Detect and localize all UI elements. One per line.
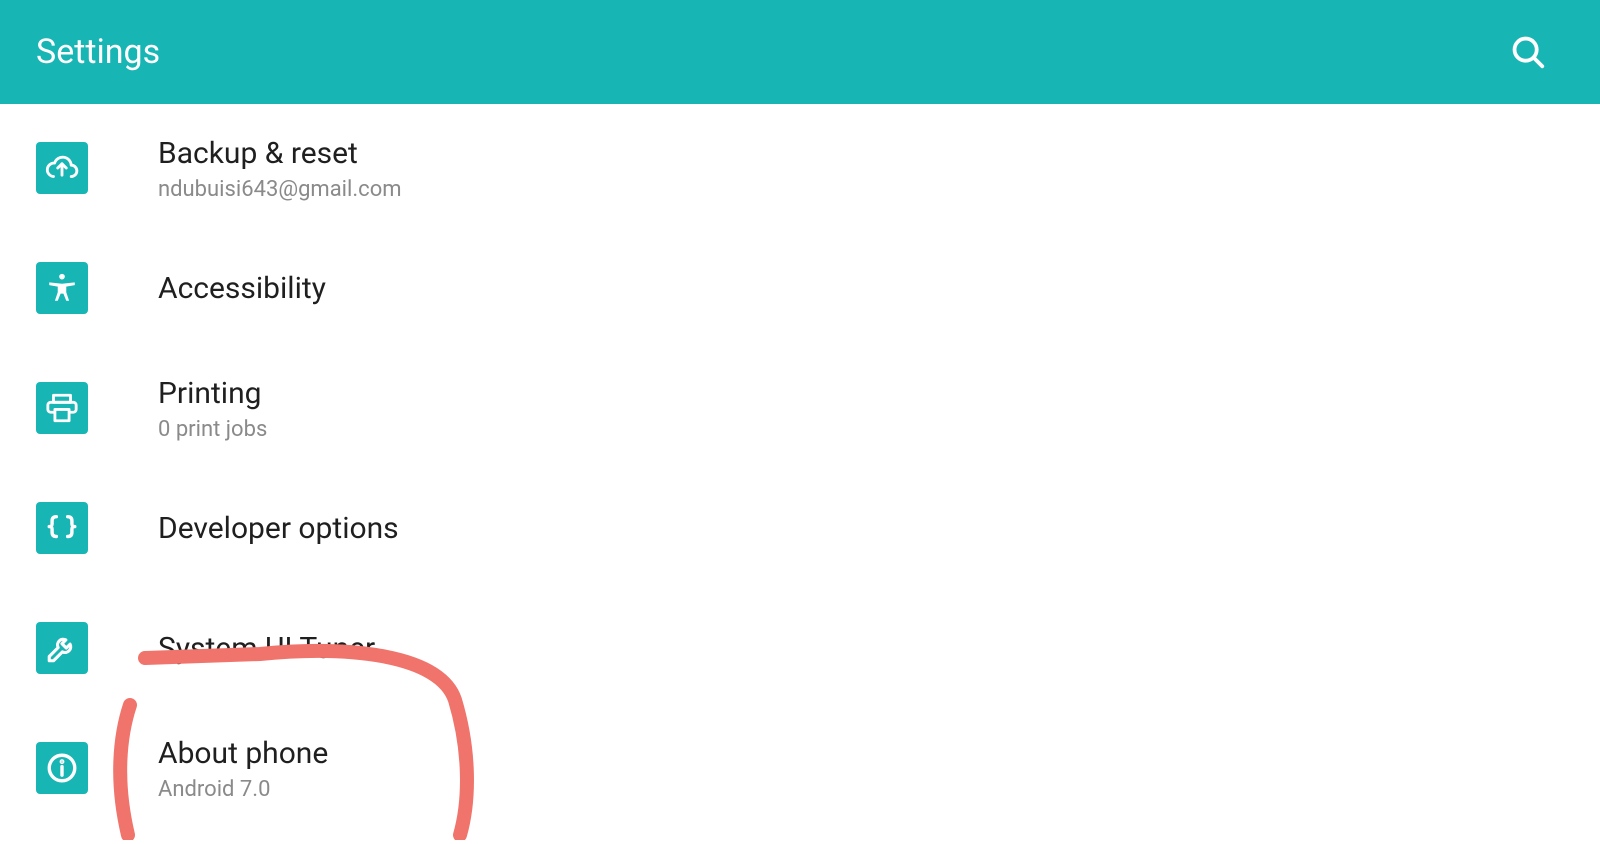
list-item-subtitle: 0 print jobs	[158, 417, 267, 442]
list-item-title: About phone	[158, 734, 328, 773]
search-button[interactable]	[1504, 28, 1552, 76]
accessibility-icon	[36, 262, 88, 314]
cloud-upload-icon	[36, 142, 88, 194]
list-item-text: Accessibility	[158, 269, 326, 308]
list-item-developer-options[interactable]: Developer options	[0, 472, 1600, 584]
list-item-printing[interactable]: Printing 0 print jobs	[0, 352, 1600, 464]
list-item-backup-reset[interactable]: Backup & reset ndubuisi643@gmail.com	[0, 112, 1600, 224]
list-item-text: Printing 0 print jobs	[158, 374, 267, 442]
list-item-about-phone[interactable]: About phone Android 7.0	[0, 712, 1600, 824]
list-item-title: Printing	[158, 374, 267, 413]
braces-icon	[36, 502, 88, 554]
app-bar: Settings	[0, 0, 1600, 104]
list-item-text: About phone Android 7.0	[158, 734, 328, 802]
wrench-icon	[36, 622, 88, 674]
list-item-subtitle: ndubuisi643@gmail.com	[158, 177, 402, 202]
list-item-system-ui-tuner[interactable]: System UI Tuner	[0, 592, 1600, 704]
settings-list: Backup & reset ndubuisi643@gmail.com Acc…	[0, 104, 1600, 824]
list-item-title: System UI Tuner	[158, 629, 375, 668]
list-item-text: Developer options	[158, 509, 399, 548]
printer-icon	[36, 382, 88, 434]
list-item-subtitle: Android 7.0	[158, 777, 328, 802]
list-item-text: Backup & reset ndubuisi643@gmail.com	[158, 134, 402, 202]
info-icon	[36, 742, 88, 794]
list-item-text: System UI Tuner	[158, 629, 375, 668]
list-item-title: Backup & reset	[158, 134, 402, 173]
list-item-accessibility[interactable]: Accessibility	[0, 232, 1600, 344]
page-title: Settings	[36, 32, 160, 72]
search-icon	[1509, 33, 1547, 71]
list-item-title: Accessibility	[158, 269, 326, 308]
list-item-title: Developer options	[158, 509, 399, 548]
